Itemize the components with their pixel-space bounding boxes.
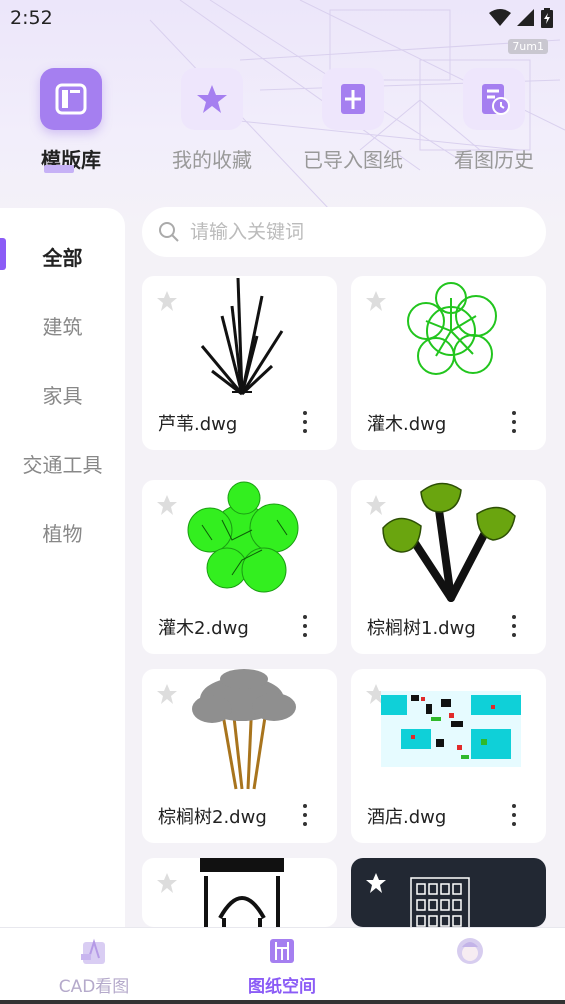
tab-label: 我的收藏 [172, 148, 252, 172]
card-name: 芦苇.dwg [158, 414, 238, 435]
tab-template-library[interactable]: 模版库 [6, 68, 136, 173]
profile-avatar-icon [453, 934, 487, 968]
more-options-icon[interactable] [295, 411, 315, 433]
hotel-plan-drawing-thumbnail [381, 691, 521, 767]
template-card[interactable]: 芦苇.dwg [142, 276, 337, 450]
status-bar: 2:52 [0, 0, 565, 38]
sidebar-item-vehicles[interactable]: 交通工具 [0, 449, 125, 478]
import-icon [322, 68, 384, 130]
building-elevation-drawing-thumbnail [410, 877, 470, 927]
status-time: 2:52 [10, 7, 53, 29]
drawing-space-icon [265, 934, 299, 968]
nav-profile[interactable] [376, 934, 564, 972]
palm1-drawing-thumbnail [382, 482, 516, 602]
more-options-icon[interactable] [504, 411, 524, 433]
wifi-icon [489, 9, 511, 26]
template-card[interactable]: 灌木2.dwg [142, 480, 337, 654]
card-name: 灌木2.dwg [158, 618, 249, 639]
tab-favorites[interactable]: 我的收藏 [147, 68, 277, 173]
card-name: 棕榈树1.dwg [367, 618, 476, 639]
template-card[interactable] [142, 858, 337, 927]
search-bar[interactable] [142, 207, 546, 257]
template-card[interactable]: 棕榈树1.dwg [351, 480, 546, 654]
nav-drawing-space[interactable]: 图纸空间 [188, 934, 376, 997]
battery-icon [541, 8, 553, 28]
sidebar-item-plants[interactable]: 植物 [0, 518, 125, 547]
tab-view-history[interactable]: 看图历史 [429, 68, 559, 173]
tab-label: 看图历史 [454, 148, 534, 172]
nav-label: 图纸空间 [248, 977, 316, 997]
more-options-icon[interactable] [295, 615, 315, 637]
history-icon [463, 68, 525, 130]
signal-icon [517, 9, 534, 26]
sidebar-item-architecture[interactable]: 建筑 [0, 311, 125, 340]
bottom-navigation: CAD看图 图纸空间 [0, 927, 565, 1004]
shrub2-drawing-thumbnail [187, 481, 299, 593]
build-tag: 7um1 [508, 39, 548, 54]
sidebar-item-furniture[interactable]: 家具 [0, 380, 125, 409]
template-card[interactable]: 棕榈树2.dwg [142, 669, 337, 843]
template-card[interactable] [351, 858, 546, 927]
card-name: 灌木.dwg [367, 414, 447, 435]
tab-imported-drawings[interactable]: 已导入图纸 [288, 68, 418, 173]
system-home-bar [0, 1000, 565, 1004]
cad-viewer-icon [77, 934, 111, 968]
top-tab-bar: 模版库 我的收藏 已导入图纸 看图历史 [0, 68, 565, 178]
more-options-icon[interactable] [295, 804, 315, 826]
palm2-drawing-thumbnail [192, 669, 296, 790]
tab-label: 已导入图纸 [303, 148, 403, 172]
template-card[interactable]: 灌木.dwg [351, 276, 546, 450]
building-facade-drawing-thumbnail [200, 858, 284, 927]
card-name: 棕榈树2.dwg [158, 807, 267, 828]
nav-cad-viewer[interactable]: CAD看图 [0, 934, 188, 997]
shrub-drawing-thumbnail [407, 282, 497, 375]
card-name: 酒店.dwg [367, 807, 447, 828]
search-input[interactable] [190, 221, 520, 243]
search-icon [159, 222, 179, 242]
more-options-icon[interactable] [504, 804, 524, 826]
category-sidebar: 全部 建筑 家具 交通工具 植物 [0, 208, 125, 928]
template-card[interactable]: 酒店.dwg [351, 669, 546, 843]
tab-underline [44, 165, 74, 173]
star-icon [181, 68, 243, 130]
sidebar-item-all[interactable]: 全部 [0, 242, 125, 271]
reed-drawing-thumbnail [200, 277, 284, 396]
template-icon [40, 68, 102, 130]
more-options-icon[interactable] [504, 615, 524, 637]
nav-label: CAD看图 [58, 977, 130, 997]
